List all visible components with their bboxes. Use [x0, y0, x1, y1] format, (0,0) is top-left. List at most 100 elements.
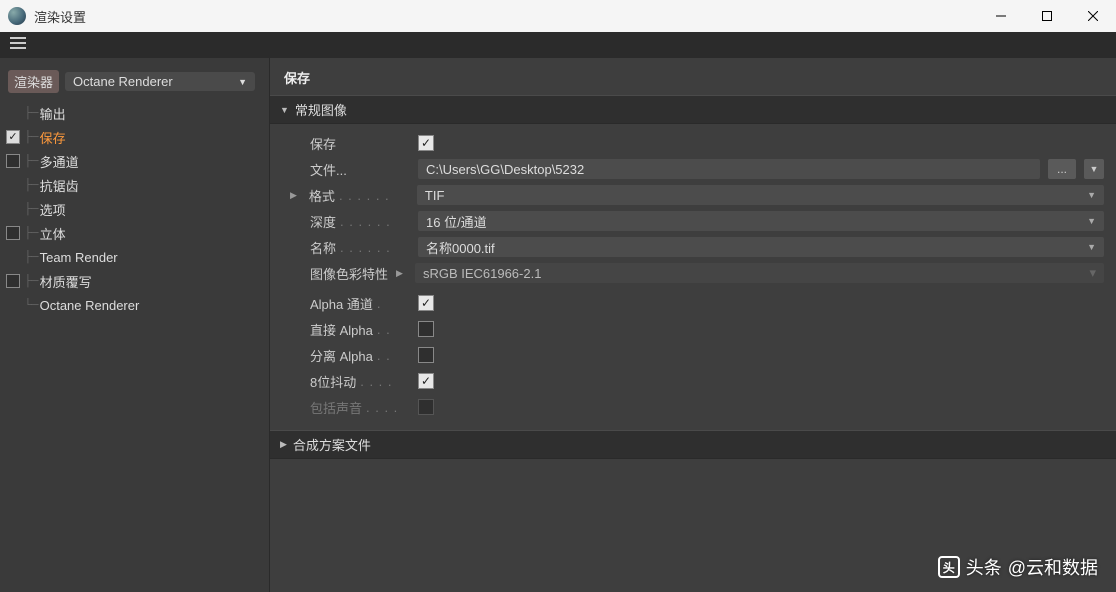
sidebar-item-label: 材质覆写 [40, 272, 92, 291]
sep-alpha-label: 分离 Alpha [310, 346, 373, 365]
name-select[interactable]: 名称0000.tif ▼ [418, 237, 1104, 257]
watermark-text: @云和数据 [1008, 554, 1098, 580]
close-button[interactable] [1070, 0, 1116, 32]
dither-checkbox[interactable] [418, 373, 434, 389]
sidebar-item-label: 保存 [40, 128, 66, 147]
depth-label: 深度 [310, 212, 336, 231]
alpha-checkbox[interactable] [418, 295, 434, 311]
profile-label: 图像色彩特性 [310, 264, 388, 283]
row-name: 名称 . . . . . . 名称0000.tif ▼ [290, 234, 1104, 260]
name-label: 名称 [310, 238, 336, 257]
sidebar-item[interactable]: ├─抗锯齿 [2, 173, 259, 197]
file-path-input[interactable]: C:\Users\GG\Desktop\5232 [418, 159, 1040, 179]
direct-alpha-label: 直接 Alpha [310, 320, 373, 339]
sound-checkbox [418, 399, 434, 415]
sidebar-item[interactable]: ├─材质覆写 [2, 269, 259, 293]
sidebar-item-label: Team Render [40, 250, 118, 265]
sidebar-item[interactable]: ├─立体 [2, 221, 259, 245]
row-format: ▶ 格式 . . . . . . TIF ▼ [290, 182, 1104, 208]
sidebar-item-label: 输出 [40, 104, 66, 123]
row-profile: 图像色彩特性 ▶ sRGB IEC61966-2.1 ▾ [290, 260, 1104, 286]
row-direct-alpha: 直接 Alpha . . [290, 316, 1104, 342]
section-header-compositing[interactable]: ▶ 合成方案文件 [270, 430, 1116, 459]
sidebar-item-checkbox[interactable] [6, 274, 20, 288]
row-save: 保存 [290, 130, 1104, 156]
sidebar-item[interactable]: └─Octane Renderer [2, 293, 259, 317]
sidebar-item-label: 多通道 [40, 152, 79, 171]
main-area: 渲染器 Octane Renderer ▼ ├─输出├─保存├─多通道├─抗锯齿… [0, 58, 1116, 592]
sidebar-item[interactable]: ├─保存 [2, 125, 259, 149]
tree-branch-icon: ├─ [24, 251, 38, 263]
row-depth: 深度 . . . . . . 16 位/通道 ▼ [290, 208, 1104, 234]
tree-branch-icon: ├─ [24, 179, 38, 191]
chevron-down-icon: ▼ [280, 105, 289, 115]
sidebar-item-label: Octane Renderer [40, 298, 140, 313]
depth-select[interactable]: 16 位/通道 ▼ [418, 211, 1104, 231]
file-browse-button[interactable]: ... [1048, 159, 1076, 179]
save-checkbox[interactable] [418, 135, 434, 151]
window-title: 渲染设置 [34, 7, 978, 26]
maximize-button[interactable] [1024, 0, 1070, 32]
tree-branch-icon: ├─ [24, 203, 38, 215]
chevron-down-icon: ▼ [1087, 216, 1096, 226]
tree-branch-icon: └─ [24, 299, 38, 311]
chevron-down-icon: ▾ [1089, 265, 1096, 281]
chevron-down-icon: ▼ [1087, 242, 1096, 252]
section-title: 合成方案文件 [293, 435, 371, 454]
format-select[interactable]: TIF ▼ [417, 185, 1104, 205]
watermark-icon: 头 [938, 556, 960, 578]
renderer-row: 渲染器 Octane Renderer ▼ [2, 66, 259, 101]
section-title: 常规图像 [295, 100, 347, 119]
renderer-label: 渲染器 [8, 70, 59, 93]
section-header-regular-image[interactable]: ▼ 常规图像 [270, 95, 1116, 124]
row-alpha: Alpha 通道 . [290, 290, 1104, 316]
sound-label: 包括声音 [310, 398, 362, 417]
watermark: 头 头条 @云和数据 [938, 554, 1098, 580]
alpha-label: Alpha 通道 [310, 294, 373, 313]
content-panel: 保存 ▼ 常规图像 保存 文件... C:\Users\GG\Desktop\5… [270, 58, 1116, 592]
dither-label: 8位抖动 [310, 372, 356, 391]
chevron-right-icon[interactable]: ▶ [290, 190, 297, 201]
menu-bar [0, 32, 1116, 58]
row-sound: 包括声音 . . . . [290, 394, 1104, 420]
chevron-right-icon[interactable]: ▶ [396, 268, 403, 279]
sidebar-item-checkbox[interactable] [6, 130, 20, 144]
chevron-down-icon: ▼ [1087, 190, 1096, 200]
chevron-down-icon: ▼ [238, 77, 247, 87]
chevron-right-icon: ▶ [280, 439, 287, 450]
sidebar-item[interactable]: ├─多通道 [2, 149, 259, 173]
sidebar-item[interactable]: ├─输出 [2, 101, 259, 125]
file-dropdown-button[interactable]: ▼ [1084, 159, 1104, 179]
sidebar-item[interactable]: ├─选项 [2, 197, 259, 221]
tree-branch-icon: ├─ [24, 227, 38, 239]
tree-branch-icon: ├─ [24, 131, 38, 143]
hamburger-icon[interactable] [10, 36, 26, 54]
minimize-button[interactable] [978, 0, 1024, 32]
sidebar-item[interactable]: ├─Team Render [2, 245, 259, 269]
app-icon [8, 7, 26, 25]
watermark-prefix: 头条 [966, 554, 1002, 580]
direct-alpha-checkbox[interactable] [418, 321, 434, 337]
save-label: 保存 [310, 134, 336, 153]
sidebar-item-checkbox[interactable] [6, 226, 20, 240]
format-label: 格式 [309, 186, 335, 205]
file-label: 文件... [310, 160, 347, 179]
row-dither: 8位抖动 . . . . [290, 368, 1104, 394]
sidebar: 渲染器 Octane Renderer ▼ ├─输出├─保存├─多通道├─抗锯齿… [0, 58, 270, 592]
sidebar-item-label: 抗锯齿 [40, 176, 79, 195]
sidebar-item-label: 选项 [40, 200, 66, 219]
section-body-regular-image: 保存 文件... C:\Users\GG\Desktop\5232 ... ▼ … [270, 124, 1116, 430]
panel-title: 保存 [270, 58, 1116, 95]
row-file: 文件... C:\Users\GG\Desktop\5232 ... ▼ [290, 156, 1104, 182]
renderer-value: Octane Renderer [73, 74, 173, 89]
sidebar-item-checkbox[interactable] [6, 154, 20, 168]
sep-alpha-checkbox[interactable] [418, 347, 434, 363]
tree-branch-icon: ├─ [24, 275, 38, 287]
window-titlebar: 渲染设置 [0, 0, 1116, 32]
row-sep-alpha: 分离 Alpha . . [290, 342, 1104, 368]
sidebar-item-label: 立体 [40, 224, 66, 243]
tree-branch-icon: ├─ [24, 155, 38, 167]
renderer-select[interactable]: Octane Renderer ▼ [65, 72, 255, 91]
profile-value-field[interactable]: sRGB IEC61966-2.1 ▾ [415, 263, 1104, 283]
sidebar-tree: ├─输出├─保存├─多通道├─抗锯齿├─选项├─立体├─Team Render├… [2, 101, 259, 317]
